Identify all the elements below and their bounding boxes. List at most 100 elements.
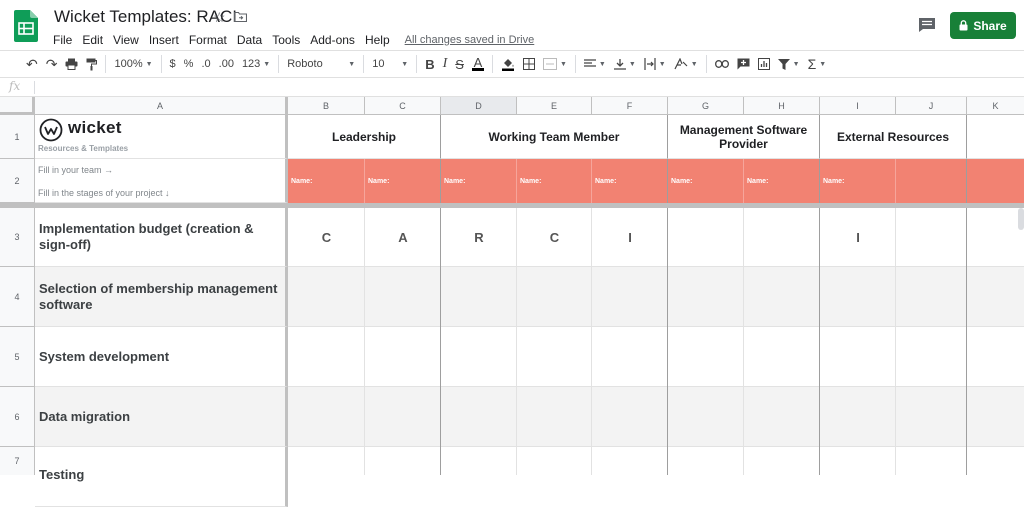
vertical-align-icon[interactable]: ▼: [610, 53, 640, 75]
column-header-d[interactable]: D: [441, 97, 517, 115]
row-header-3[interactable]: 3: [0, 208, 35, 267]
lock-icon: [959, 20, 968, 31]
row-header-5[interactable]: 5: [0, 327, 35, 387]
column-header-h[interactable]: H: [744, 97, 820, 115]
name-cell[interactable]: Name:: [365, 159, 441, 203]
filter-icon[interactable]: ▼: [774, 53, 804, 75]
group-header-leadership[interactable]: Leadership: [288, 115, 441, 159]
font-select[interactable]: Roboto ▼: [283, 53, 359, 75]
percent-format-button[interactable]: %: [180, 53, 198, 75]
toolbar-divider: [363, 55, 365, 73]
row-header-6[interactable]: 6: [0, 387, 35, 447]
column-header-b[interactable]: B: [288, 97, 365, 115]
task-label[interactable]: Data migration: [35, 387, 288, 447]
brand-cell[interactable]: wicket Resources & Templates: [35, 115, 288, 159]
menu-add-ons[interactable]: Add-ons: [305, 33, 360, 47]
insert-chart-icon[interactable]: [754, 53, 774, 75]
increase-decimal-button[interactable]: .00: [215, 53, 238, 75]
print-icon[interactable]: [61, 53, 82, 75]
menu-view[interactable]: View: [108, 33, 144, 47]
name-cell[interactable]: [967, 159, 1024, 203]
insert-link-icon[interactable]: [711, 53, 733, 75]
sheets-logo-icon[interactable]: [14, 10, 38, 42]
move-folder-icon[interactable]: [234, 11, 247, 22]
raci-cell[interactable]: I: [820, 208, 896, 267]
text-color-icon[interactable]: A: [468, 53, 488, 75]
name-cell[interactable]: Name:: [288, 159, 365, 203]
comments-icon[interactable]: [918, 17, 936, 33]
document-title[interactable]: Wicket Templates: RACI: [54, 7, 237, 27]
brand-subtitle: Resources & Templates: [38, 144, 129, 153]
font-size-select[interactable]: 10 ▼: [368, 53, 412, 75]
row-header-2[interactable]: 2: [0, 159, 35, 203]
menu-insert[interactable]: Insert: [144, 33, 184, 47]
name-cell[interactable]: Name:: [668, 159, 744, 203]
formula-bar[interactable]: [0, 78, 1024, 97]
row-header-7[interactable]: 7: [0, 447, 35, 475]
fill-color-icon[interactable]: [497, 53, 519, 75]
task-label[interactable]: Selection of membership management softw…: [35, 267, 288, 327]
column-header-i[interactable]: I: [820, 97, 896, 115]
column-header-f[interactable]: F: [592, 97, 668, 115]
column-header-e[interactable]: E: [517, 97, 592, 115]
share-button[interactable]: Share: [950, 12, 1016, 39]
task-label[interactable]: System development: [35, 327, 288, 387]
menu-tools[interactable]: Tools: [267, 33, 305, 47]
raci-cell[interactable]: R: [441, 208, 517, 267]
name-cell[interactable]: Name:: [592, 159, 668, 203]
bold-icon[interactable]: B: [421, 53, 438, 75]
menu-data[interactable]: Data: [232, 33, 267, 47]
paint-format-icon[interactable]: [82, 53, 101, 75]
strikethrough-icon[interactable]: S: [451, 53, 468, 75]
group-header-external[interactable]: External Resources: [820, 115, 967, 159]
raci-cell[interactable]: [668, 208, 744, 267]
menu-help[interactable]: Help: [360, 33, 395, 47]
name-cell[interactable]: Name:: [744, 159, 820, 203]
task-label[interactable]: Testing: [35, 447, 288, 507]
currency-format-button[interactable]: $: [166, 53, 180, 75]
horizontal-align-icon[interactable]: ▼: [580, 53, 610, 75]
redo-icon[interactable]: ↷: [42, 53, 62, 75]
raci-cell[interactable]: A: [365, 208, 441, 267]
name-cell[interactable]: Name:: [517, 159, 592, 203]
merge-cells-icon[interactable]: ▼: [539, 53, 571, 75]
column-header-g[interactable]: G: [668, 97, 744, 115]
vertical-scrollbar[interactable]: [1018, 208, 1024, 230]
group-header-working-team[interactable]: Working Team Member: [441, 115, 668, 159]
name-cell[interactable]: Name:: [820, 159, 896, 203]
row-header-4[interactable]: 4: [0, 267, 35, 327]
select-all-corner[interactable]: [0, 97, 35, 115]
hint-cell[interactable]: Fill in your team → Fill in the stages o…: [35, 159, 288, 203]
undo-icon[interactable]: ↶: [22, 53, 42, 75]
text-rotation-icon[interactable]: ▼: [670, 53, 702, 75]
raci-cell[interactable]: [744, 208, 820, 267]
italic-icon[interactable]: I: [439, 53, 452, 75]
chevron-down-icon: ▼: [145, 60, 153, 68]
raci-cell[interactable]: [896, 208, 967, 267]
decrease-decimal-button[interactable]: .0: [197, 53, 214, 75]
name-cell[interactable]: Name:: [441, 159, 517, 203]
menu-edit[interactable]: Edit: [77, 33, 108, 47]
raci-cell[interactable]: I: [592, 208, 668, 267]
raci-cell[interactable]: C: [517, 208, 592, 267]
row-header-1[interactable]: 1: [0, 115, 35, 159]
column-header-a[interactable]: A: [35, 97, 288, 115]
borders-icon[interactable]: [519, 53, 539, 75]
functions-icon[interactable]: Σ ▼: [804, 53, 831, 75]
save-status-link[interactable]: All changes saved in Drive: [405, 34, 535, 46]
task-label[interactable]: Implementation budget (creation & sign-o…: [35, 208, 288, 267]
menu-format[interactable]: Format: [184, 33, 232, 47]
star-icon[interactable]: ☆: [213, 9, 226, 26]
name-cell[interactable]: [896, 159, 967, 203]
insert-comment-icon[interactable]: [733, 53, 754, 75]
zoom-select[interactable]: 100% ▼: [110, 53, 156, 75]
column-header-c[interactable]: C: [365, 97, 441, 115]
raci-cell[interactable]: C: [288, 208, 365, 267]
menu-file[interactable]: File: [48, 33, 77, 47]
group-header-software-provider[interactable]: Management Software Provider: [668, 115, 820, 159]
text-wrap-icon[interactable]: ▼: [640, 53, 670, 75]
more-formats-select[interactable]: 123 ▼: [238, 53, 274, 75]
column-header-j[interactable]: J: [896, 97, 967, 115]
column-header-k[interactable]: K: [967, 97, 1024, 115]
cell-k1[interactable]: [967, 115, 1024, 159]
